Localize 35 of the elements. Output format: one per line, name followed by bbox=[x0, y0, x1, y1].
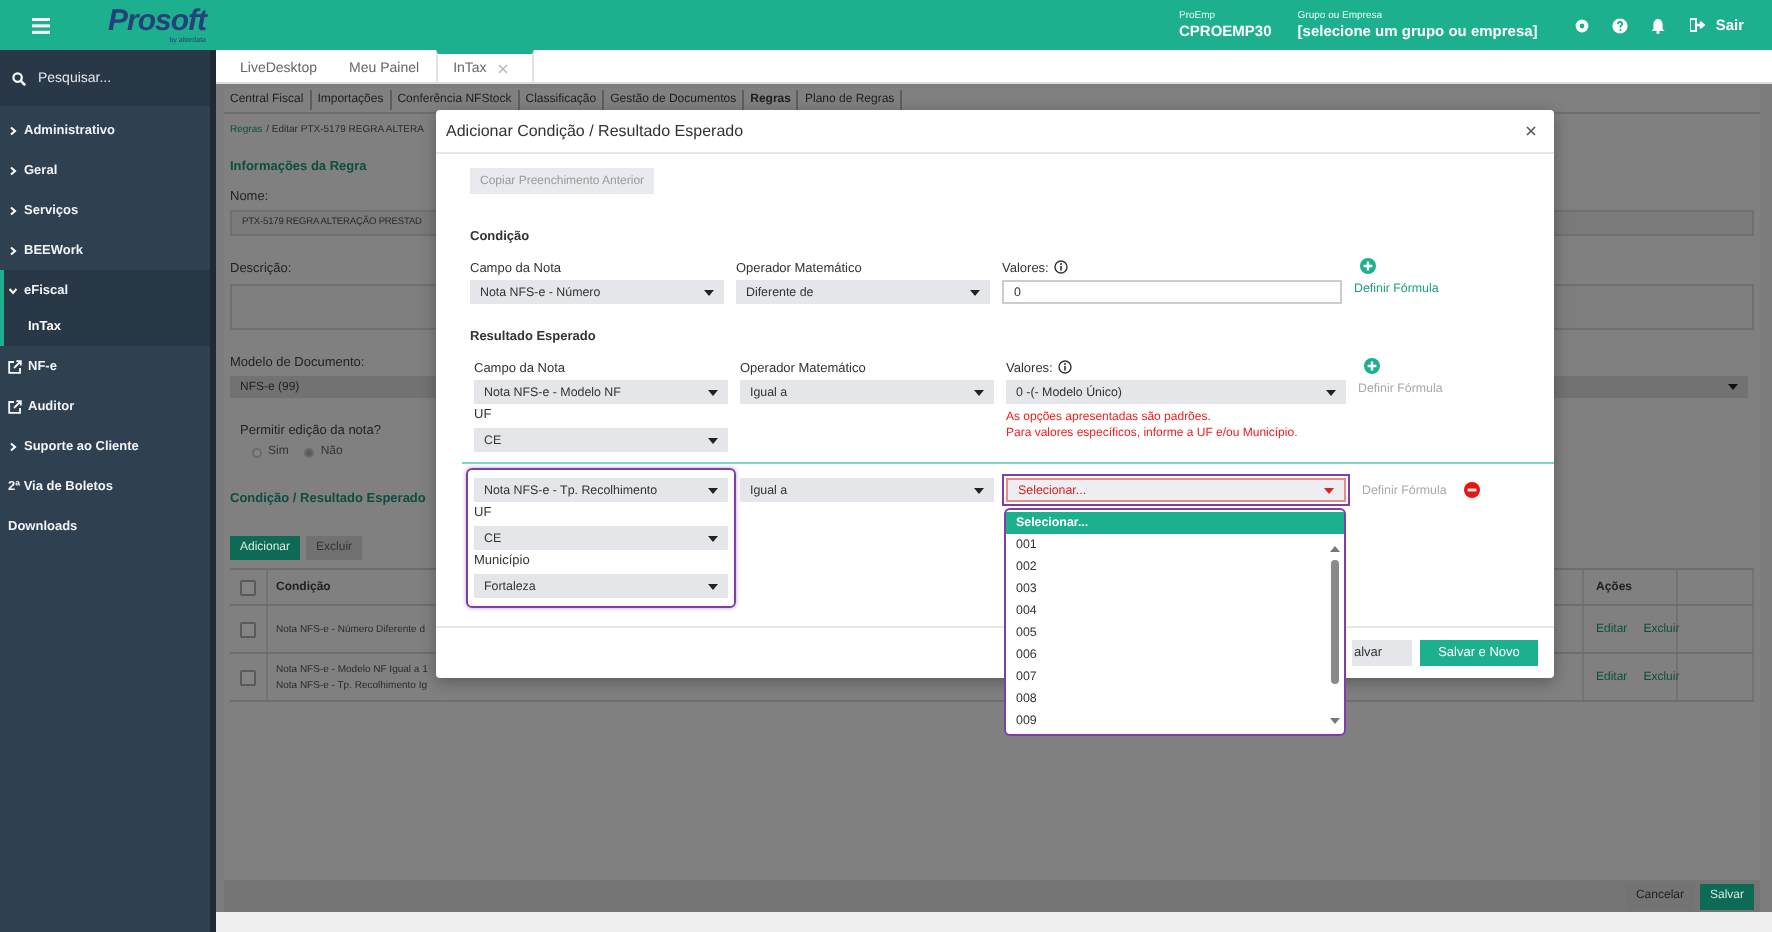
external-link-icon bbox=[8, 399, 22, 413]
logout-icon bbox=[1689, 18, 1706, 32]
add-icon[interactable] bbox=[1360, 258, 1376, 274]
chevron-icon bbox=[8, 205, 18, 215]
caret-icon bbox=[708, 487, 718, 493]
chevron-icon bbox=[8, 165, 18, 175]
search-icon bbox=[12, 71, 26, 85]
caret-icon bbox=[1324, 487, 1334, 493]
info-icon[interactable] bbox=[1058, 360, 1073, 374]
caret-icon bbox=[974, 487, 984, 493]
chevron-icon bbox=[8, 125, 18, 135]
external-link-icon bbox=[8, 359, 22, 373]
caret-icon bbox=[708, 389, 718, 395]
caret-icon bbox=[708, 437, 718, 443]
add-icon[interactable] bbox=[1364, 358, 1380, 374]
chevron-icon bbox=[8, 245, 18, 255]
caret-icon bbox=[1326, 389, 1336, 395]
caret-icon bbox=[1728, 384, 1738, 390]
checkbox[interactable] bbox=[240, 669, 256, 685]
caret-icon bbox=[704, 289, 714, 295]
caret-icon bbox=[970, 289, 980, 295]
dialog-title: Adicionar Condição / Resultado Esperado bbox=[446, 122, 744, 140]
checkbox[interactable] bbox=[240, 579, 256, 595]
info-icon[interactable] bbox=[1054, 260, 1069, 274]
radio-button[interactable] bbox=[304, 447, 315, 457]
chevron-icon bbox=[8, 441, 18, 451]
remove-icon[interactable] bbox=[1464, 482, 1481, 498]
caret-icon bbox=[974, 389, 984, 395]
caret-icon bbox=[708, 583, 718, 589]
caret-icon bbox=[708, 535, 718, 541]
logo: Prosoft bbox=[108, 7, 206, 35]
radio-button[interactable] bbox=[252, 447, 262, 457]
checkbox[interactable] bbox=[240, 621, 256, 637]
close-icon[interactable] bbox=[1522, 122, 1540, 140]
chevron-icon bbox=[8, 285, 18, 295]
